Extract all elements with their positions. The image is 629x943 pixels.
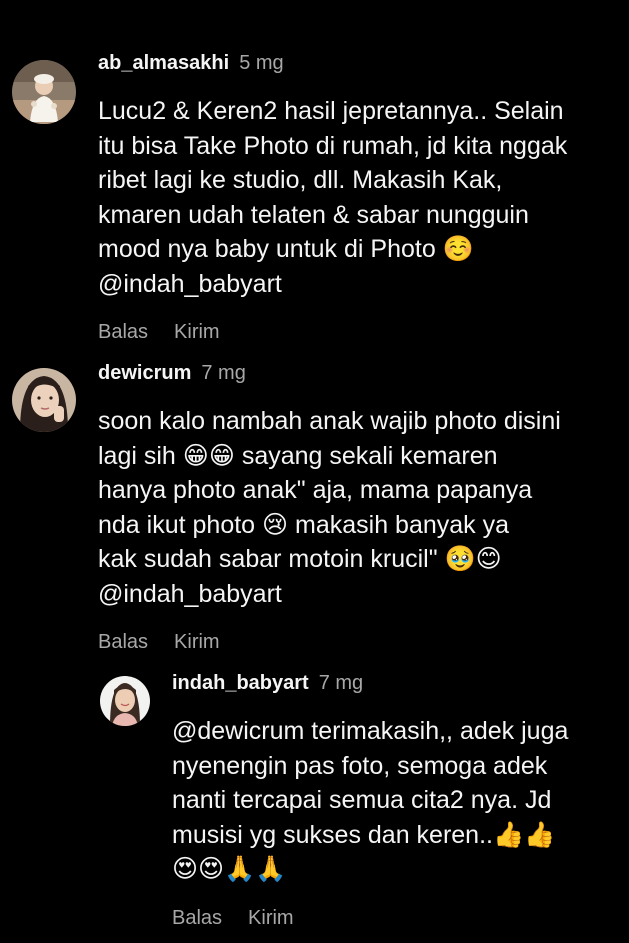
comment-text: soon kalo nambah anak wajib photo disini… [98,404,561,611]
avatar-image-woman [12,368,76,432]
comment-timestamp: 7 mg [318,672,364,694]
reply-button[interactable]: Balas [98,321,148,343]
send-button[interactable]: Kirim [174,321,220,343]
comment-text-line: nanti tercapai semua cita2 nya. Jd [172,786,552,814]
comment-text-line: hanya photo anak" aja, mama papanya [98,476,533,504]
comment-text-line: soon kalo nambah anak wajib photo disini [98,407,561,435]
reply-button[interactable]: Balas [172,907,222,929]
comment-text-line: mood nya baby untuk di Photo ☺️ [98,235,474,263]
comment-text: @dewicrum terimakasih,, adek juga nyenen… [172,714,568,887]
comment-text-line: @indah_babyart [98,579,282,608]
comment-text-line: ribet lagi ke studio, dll. Makasih Kak, [98,166,503,194]
comment-text: Lucu2 & Keren2 hasil jepretannya.. Selai… [98,94,567,301]
avatar-image-woman-smiling [100,676,150,726]
comment-timestamp: 7 mg [201,362,246,384]
send-button[interactable]: Kirim [248,907,294,929]
send-button[interactable]: Kirim [174,631,220,653]
avatar[interactable] [100,676,150,726]
comment-text-line: itu bisa Take Photo di rumah, jd kita ng… [98,131,568,160]
comment-text-line: @indah_babyart [98,269,282,298]
comment-timestamp: 5 mg [239,52,284,74]
reply-button[interactable]: Balas [98,631,148,653]
comment-text-line: @dewicrum terimakasih,, adek juga [172,717,569,745]
comment-text-line: nyenengin pas foto, semoga adek [172,751,548,780]
comment-text-line: lagi sih 😁😁 sayang sekali kemaren [98,441,498,470]
comment-username[interactable]: dewicrum [98,362,191,384]
comment-username[interactable]: ab_almasakhi [98,52,229,74]
comment-text-line: kmaren udah telaten & sabar nungguin [98,200,529,229]
comment-text-line: musisi yg sukses dan keren..👍👍 [172,820,556,849]
avatar-image-baby [12,60,76,124]
comment-text-line: 😍😍🙏🙏 [172,855,287,883]
comment-text-line: kak sudah sabar motoin krucil" 🥹😊 [98,545,502,573]
comment-text-line: nda ikut photo 😢 makasih banyak ya [98,510,510,539]
avatar[interactable] [12,368,76,432]
avatar[interactable] [12,60,76,124]
comment-username[interactable]: indah_babyart [172,672,309,694]
comment-text-line: Lucu2 & Keren2 hasil jepretannya.. Selai… [98,97,564,125]
